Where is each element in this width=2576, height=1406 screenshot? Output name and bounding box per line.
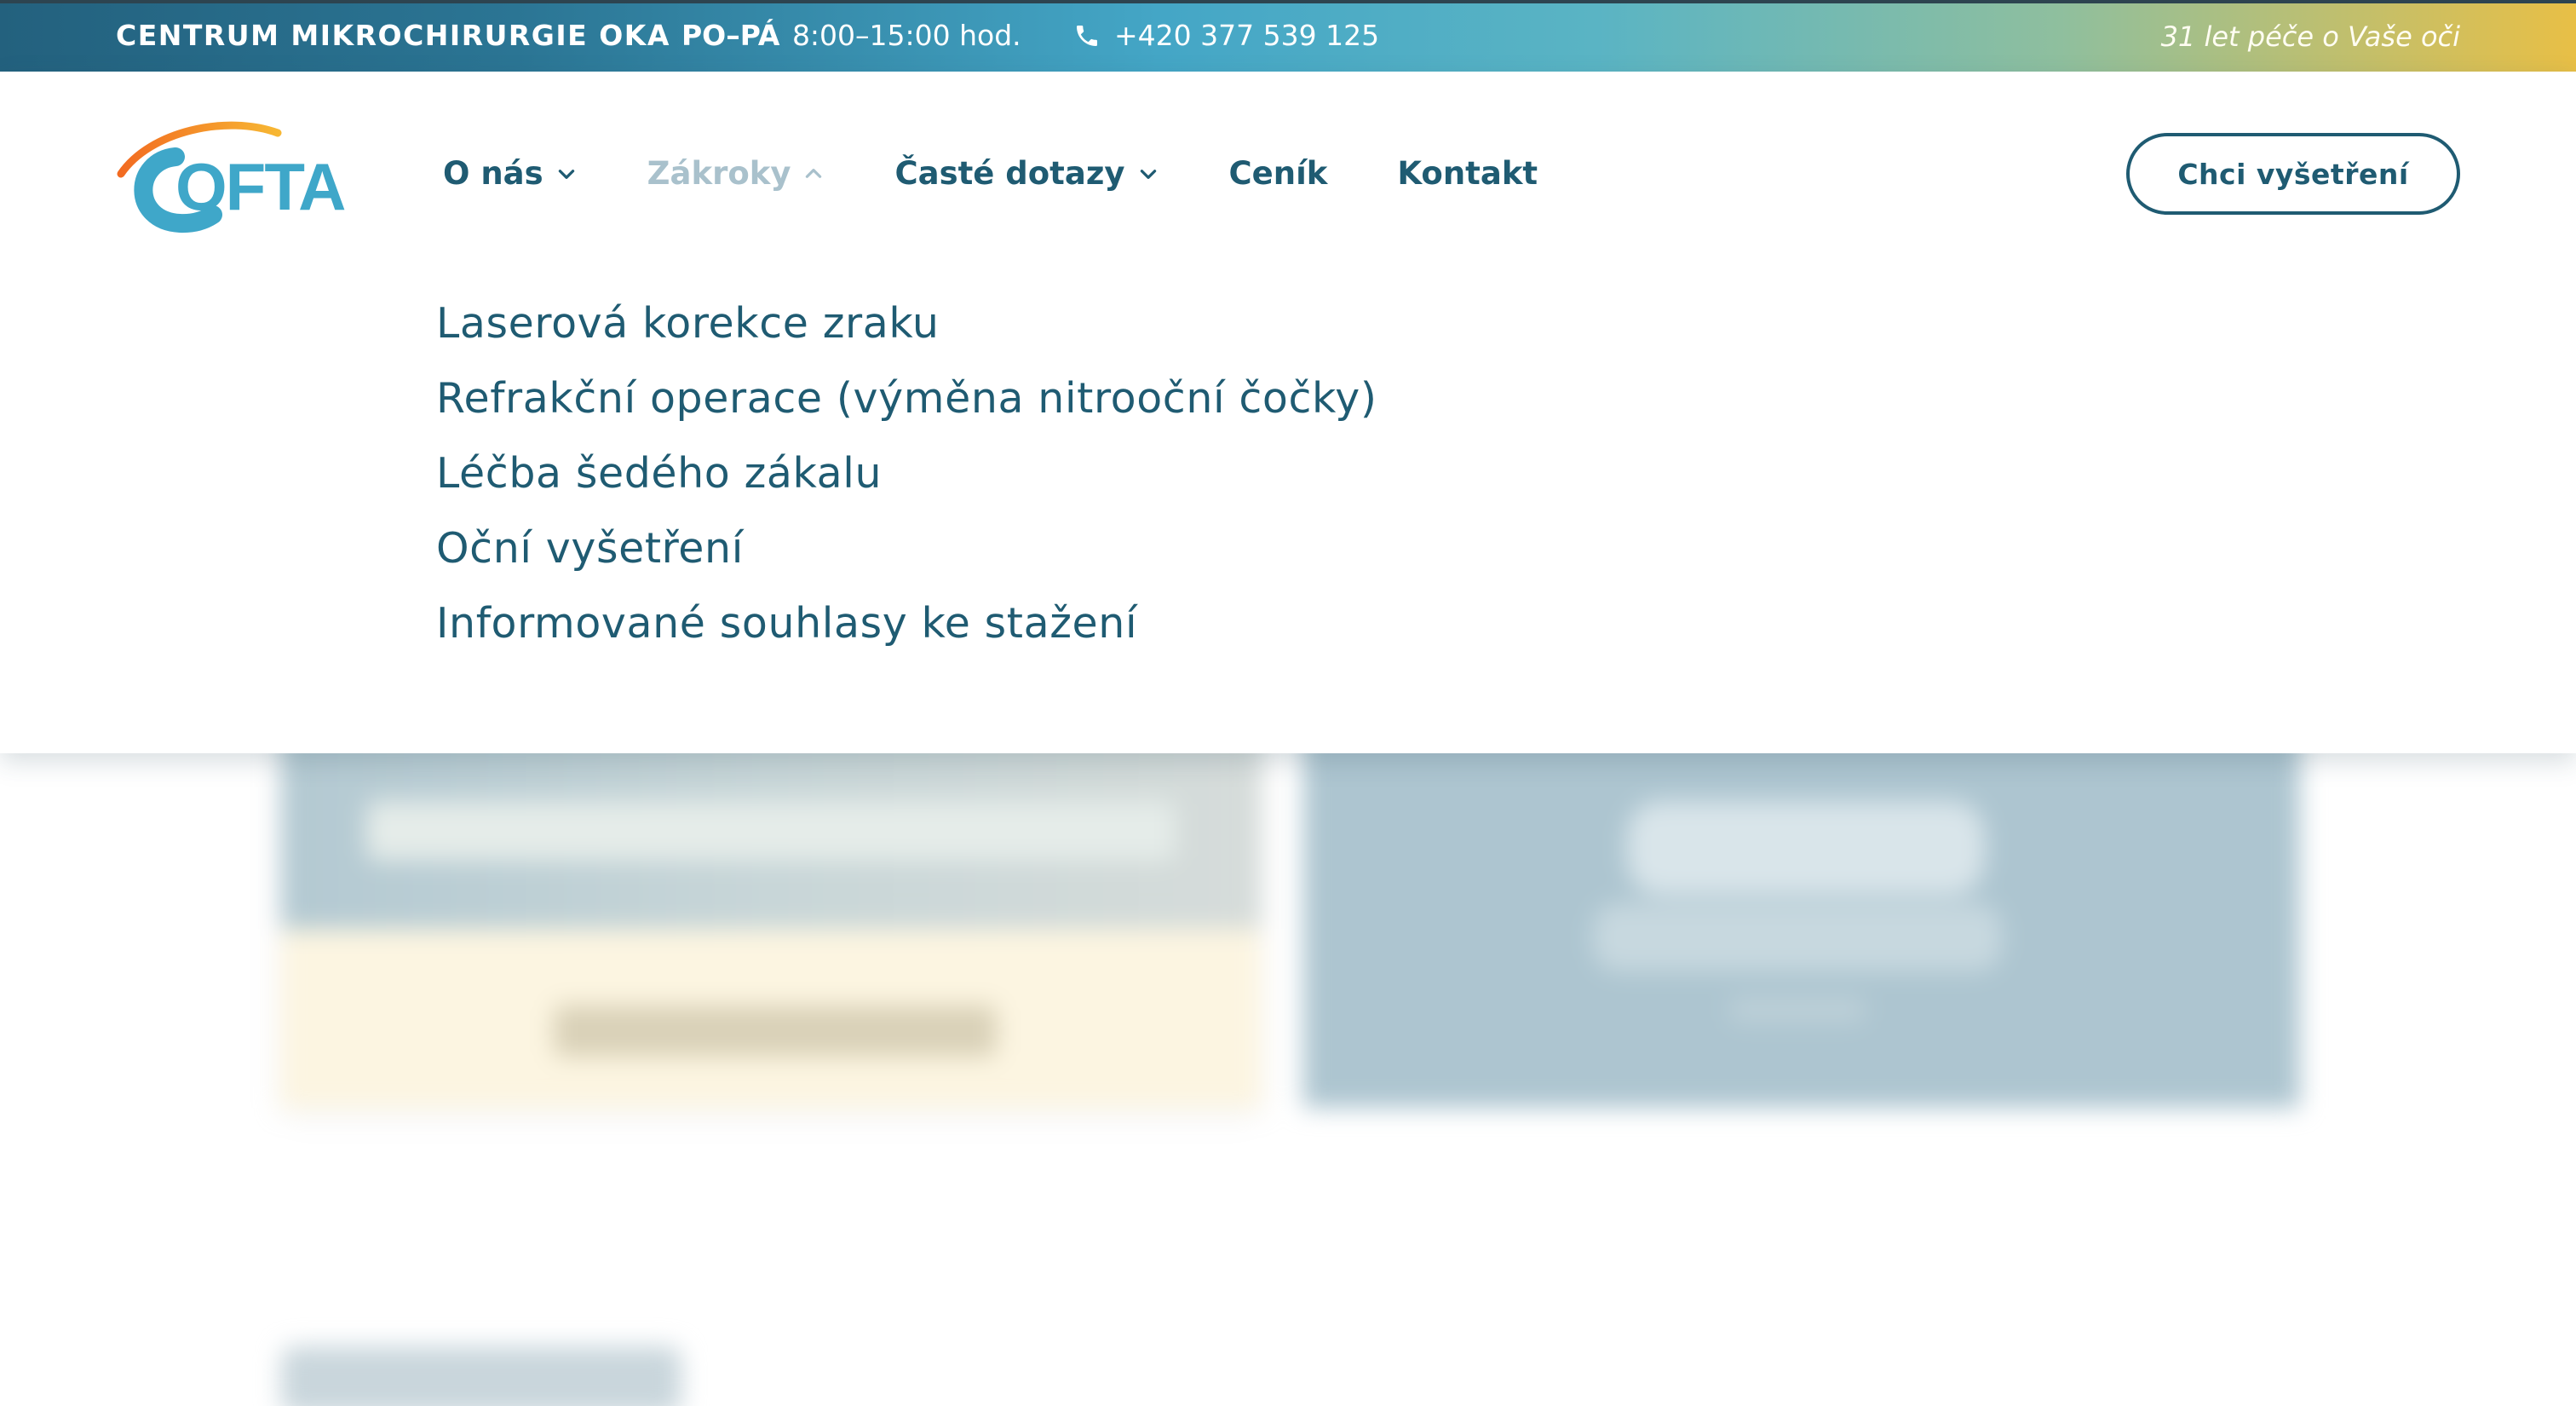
nav-label: Ceník bbox=[1228, 155, 1328, 192]
blurred-section-heading bbox=[281, 1346, 681, 1406]
nav-label: Časté dotazy bbox=[894, 155, 1125, 192]
submenu-item-laserova-korekce[interactable]: Laserová korekce zraku bbox=[436, 286, 1377, 361]
chevron-down-icon bbox=[558, 169, 574, 179]
zakroky-submenu: Laserová korekce zraku Refrakční operace… bbox=[436, 286, 1377, 661]
submenu-item-informovane-souhlasy[interactable]: Informované souhlasy ke stažení bbox=[436, 586, 1377, 661]
submenu-item-ocni-vysetreni[interactable]: Oční vyšetření bbox=[436, 511, 1377, 586]
blurred-card-left bbox=[281, 716, 1261, 1108]
submenu-item-lecba-sedeho-zakalu[interactable]: Léčba šedého zákalu bbox=[436, 436, 1377, 511]
ofta-logo[interactable]: OFTA bbox=[116, 114, 363, 242]
phone-number: +420 377 539 125 bbox=[1114, 19, 1380, 52]
nav-o-nas[interactable]: O nás bbox=[443, 155, 578, 192]
main-navigation: O nás Zákroky Časté dotazy Ceník Kontakt bbox=[443, 155, 1607, 192]
top-info-bar: CENTRUM MIKROCHIRURGIE OKA PO–PÁ 8:00–15… bbox=[0, 0, 2576, 72]
nav-label: Zákroky bbox=[647, 155, 791, 192]
opening-time: 8:00–15:00 hod. bbox=[791, 19, 1021, 52]
site-header: OFTA O nás Zákroky Časté dotazy Ceník Ko… bbox=[0, 72, 2576, 753]
nav-label: Kontakt bbox=[1397, 155, 1538, 192]
blurred-card-google-rating bbox=[1303, 716, 2300, 1108]
nav-zakroky[interactable]: Zákroky bbox=[647, 155, 825, 192]
nav-caste-dotazy[interactable]: Časté dotazy bbox=[894, 155, 1159, 192]
submenu-item-refrakcni-operace[interactable]: Refrakční operace (výměna nitrooční čočk… bbox=[436, 361, 1377, 436]
logo-icon: OFTA bbox=[117, 121, 347, 233]
clinic-name: CENTRUM MIKROCHIRURGIE OKA bbox=[116, 19, 670, 52]
tagline: 31 let péče o Vaše oči bbox=[2160, 20, 2460, 53]
nav-kontakt[interactable]: Kontakt bbox=[1397, 155, 1538, 192]
nav-cenik[interactable]: Ceník bbox=[1229, 155, 1328, 192]
chevron-up-icon bbox=[806, 168, 822, 178]
page: CENTRUM MIKROCHIRURGIE OKA PO–PÁ 8:00–15… bbox=[0, 0, 2576, 1406]
chevron-down-icon bbox=[1140, 169, 1156, 179]
nav-label: O nás bbox=[443, 155, 543, 192]
phone-icon bbox=[1077, 25, 1097, 46]
logo-wordmark: OFTA bbox=[175, 149, 345, 224]
phone-link[interactable]: +420 377 539 125 bbox=[1073, 19, 1379, 52]
chci-vysetreni-button[interactable]: Chci vyšetření bbox=[2126, 133, 2460, 215]
opening-days: PO–PÁ bbox=[681, 19, 780, 52]
opening-hours: PO–PÁ 8:00–15:00 hod. bbox=[681, 19, 1021, 52]
